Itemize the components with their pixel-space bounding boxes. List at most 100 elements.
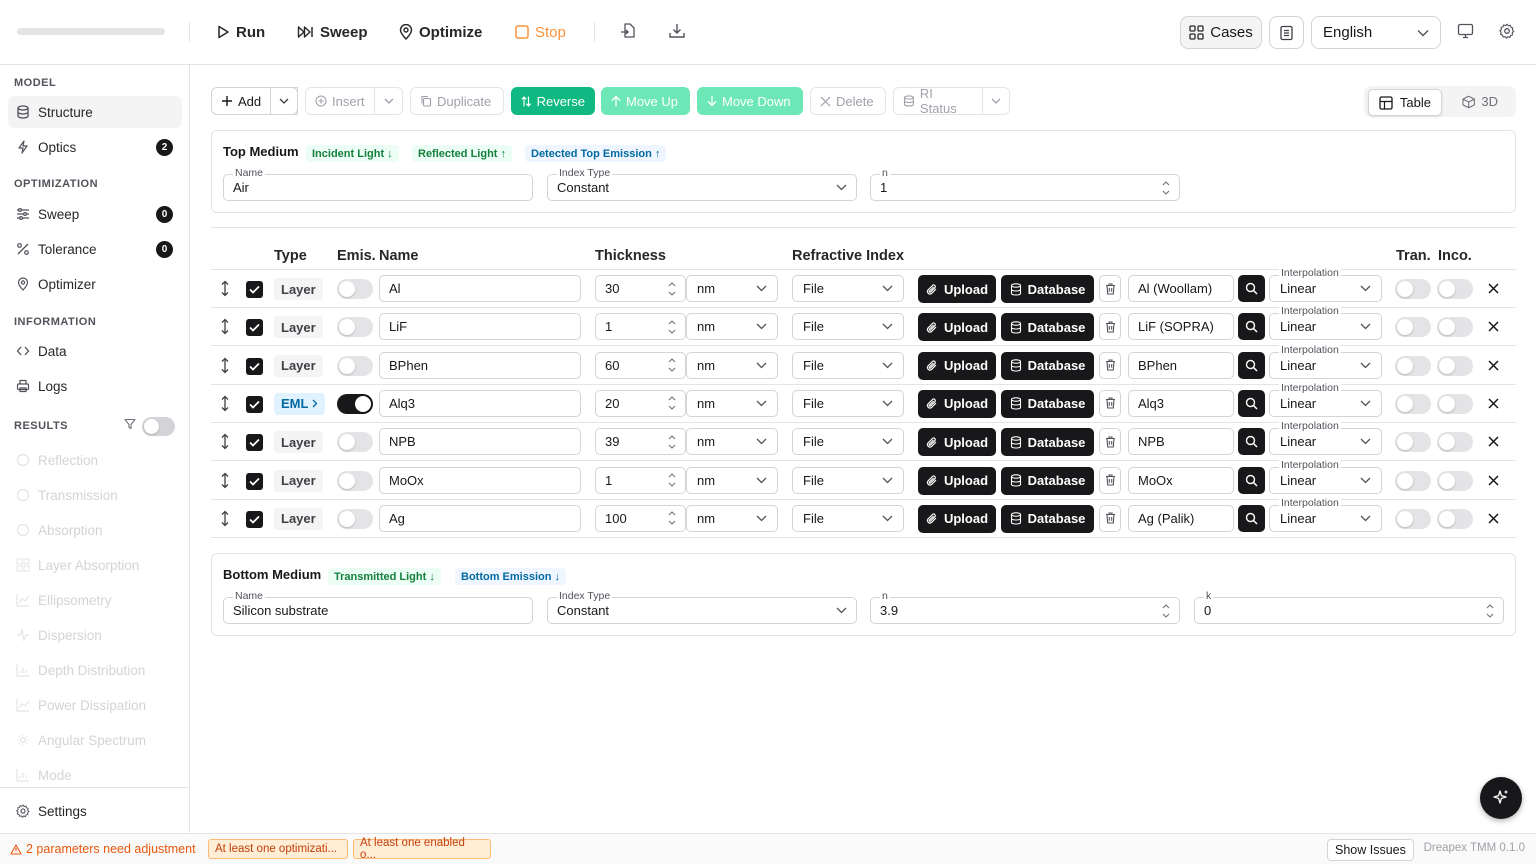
- move-up-button[interactable]: Move Up: [601, 87, 690, 115]
- cases-button[interactable]: Cases: [1180, 16, 1262, 49]
- clear-material-button[interactable]: [1099, 389, 1121, 417]
- thickness-unit-select[interactable]: nm: [686, 428, 778, 456]
- delete-button[interactable]: Delete: [810, 87, 886, 115]
- emission-toggle[interactable]: [337, 279, 373, 299]
- thickness-input[interactable]: 20: [595, 389, 686, 417]
- thickness-unit-select[interactable]: nm: [686, 389, 778, 417]
- ri-source-select[interactable]: File: [792, 428, 904, 456]
- emission-toggle[interactable]: [337, 393, 373, 414]
- upload-button[interactable]: Upload: [918, 466, 996, 495]
- sidebar-item-data[interactable]: Data: [8, 335, 182, 367]
- ri-status-button[interactable]: RI Status: [893, 86, 983, 116]
- language-select[interactable]: English: [1311, 16, 1441, 49]
- transmission-toggle[interactable]: [1395, 393, 1431, 414]
- remove-row-icon[interactable]: [1488, 360, 1499, 371]
- stepper-icon[interactable]: [1162, 180, 1170, 196]
- emission-toggle[interactable]: [337, 355, 373, 376]
- add-menu-button[interactable]: [270, 87, 298, 115]
- sidebar-item-result[interactable]: Ellipsometry: [8, 584, 182, 616]
- transmission-toggle[interactable]: [1395, 470, 1431, 491]
- clear-material-button[interactable]: [1099, 428, 1121, 456]
- sidebar-item-result[interactable]: Layer Absorption: [8, 549, 182, 581]
- incoherent-toggle[interactable]: [1437, 317, 1473, 338]
- remove-row-icon[interactable]: [1488, 436, 1499, 447]
- material-input[interactable]: MoOx: [1128, 466, 1234, 494]
- notes-button[interactable]: [1269, 16, 1304, 49]
- emission-toggle[interactable]: [337, 508, 373, 529]
- drag-handle-icon[interactable]: [219, 318, 231, 335]
- emission-toggle[interactable]: [337, 432, 373, 453]
- emission-toggle[interactable]: [337, 470, 373, 491]
- drag-handle-icon[interactable]: [219, 510, 231, 527]
- show-issues-button[interactable]: Show Issues: [1327, 839, 1414, 861]
- sidebar-item-result[interactable]: Transmission: [8, 479, 182, 511]
- incoherent-toggle[interactable]: [1437, 470, 1473, 491]
- top-medium-name-field[interactable]: Name Air: [223, 168, 533, 201]
- enable-checkbox[interactable]: [246, 357, 263, 375]
- stepper-icon[interactable]: [668, 510, 676, 526]
- sidebar-item-optics[interactable]: Optics 2: [8, 131, 182, 163]
- material-search-button[interactable]: [1238, 466, 1265, 494]
- clear-material-button[interactable]: [1099, 466, 1121, 494]
- material-input[interactable]: NPB: [1128, 428, 1234, 456]
- stepper-icon[interactable]: [668, 281, 676, 297]
- download-icon[interactable]: [668, 22, 688, 42]
- ri-source-select[interactable]: File: [792, 389, 904, 417]
- ri-source-select[interactable]: File: [792, 466, 904, 494]
- upload-button[interactable]: Upload: [918, 428, 996, 457]
- sidebar-item-result[interactable]: Depth Distribution: [8, 654, 182, 686]
- material-input[interactable]: LiF (SOPRA): [1128, 313, 1234, 341]
- sweep-button[interactable]: Sweep: [297, 20, 368, 44]
- material-input[interactable]: Al (Woollam): [1128, 275, 1234, 302]
- sidebar-item-tolerance[interactable]: Tolerance 0: [8, 233, 182, 265]
- layer-name-input[interactable]: LiF: [379, 313, 581, 341]
- emission-toggle[interactable]: [337, 317, 373, 338]
- reverse-button[interactable]: Reverse: [511, 87, 595, 115]
- thickness-input[interactable]: 1: [595, 466, 686, 494]
- stepper-icon[interactable]: [668, 472, 676, 488]
- ri-source-select[interactable]: File: [792, 351, 904, 379]
- enable-checkbox[interactable]: [246, 395, 263, 413]
- upload-button[interactable]: Upload: [918, 389, 996, 418]
- incoherent-toggle[interactable]: [1437, 355, 1473, 376]
- bottom-medium-n-input[interactable]: n 3.9: [870, 591, 1180, 624]
- remove-row-icon[interactable]: [1488, 398, 1499, 409]
- remove-row-icon[interactable]: [1488, 474, 1499, 486]
- enable-checkbox[interactable]: [246, 472, 263, 490]
- optimize-button[interactable]: Optimize: [399, 20, 482, 44]
- sidebar-item-optimizer[interactable]: Optimizer: [8, 268, 182, 300]
- material-input[interactable]: Ag (Palik): [1128, 504, 1234, 532]
- layer-name-input[interactable]: NPB: [379, 428, 581, 456]
- layer-name-input[interactable]: BPhen: [379, 351, 581, 379]
- remove-row-icon[interactable]: [1488, 513, 1499, 524]
- import-icon[interactable]: [619, 22, 639, 42]
- issues-summary[interactable]: 2 parameters need adjustment: [10, 842, 196, 856]
- run-button[interactable]: Run: [216, 20, 265, 44]
- layer-name-input[interactable]: Al: [379, 275, 581, 302]
- thickness-input[interactable]: 60: [595, 351, 686, 379]
- stepper-icon[interactable]: [668, 357, 676, 373]
- upload-button[interactable]: Upload: [918, 504, 996, 533]
- sidebar-item-sweep[interactable]: Sweep 0: [8, 198, 182, 230]
- issue-pill[interactable]: At least one optimizati...: [208, 839, 348, 859]
- drag-handle-icon[interactable]: [219, 472, 231, 489]
- stepper-icon[interactable]: [1162, 603, 1170, 619]
- material-search-button[interactable]: [1238, 275, 1265, 302]
- transmission-toggle[interactable]: [1395, 317, 1431, 338]
- incoherent-toggle[interactable]: [1437, 279, 1473, 299]
- layer-type-pill[interactable]: EML: [274, 392, 326, 415]
- thickness-input[interactable]: 39: [595, 428, 686, 456]
- interpolation-select[interactable]: Interpolation Linear: [1269, 306, 1382, 341]
- insert-button[interactable]: Insert: [305, 87, 375, 115]
- sidebar-item-result[interactable]: Dispersion: [8, 619, 182, 651]
- stop-button[interactable]: Stop: [515, 20, 566, 44]
- ri-status-menu-button[interactable]: [982, 87, 1010, 115]
- thickness-input[interactable]: 1: [595, 313, 686, 341]
- ri-source-select[interactable]: File: [792, 275, 904, 302]
- stepper-icon[interactable]: [668, 395, 676, 411]
- clear-material-button[interactable]: [1099, 504, 1121, 532]
- database-button[interactable]: Database: [1001, 504, 1094, 533]
- database-button[interactable]: Database: [1001, 313, 1094, 342]
- sidebar-item-logs[interactable]: Logs: [8, 370, 182, 402]
- layer-name-input[interactable]: MoOx: [379, 466, 581, 494]
